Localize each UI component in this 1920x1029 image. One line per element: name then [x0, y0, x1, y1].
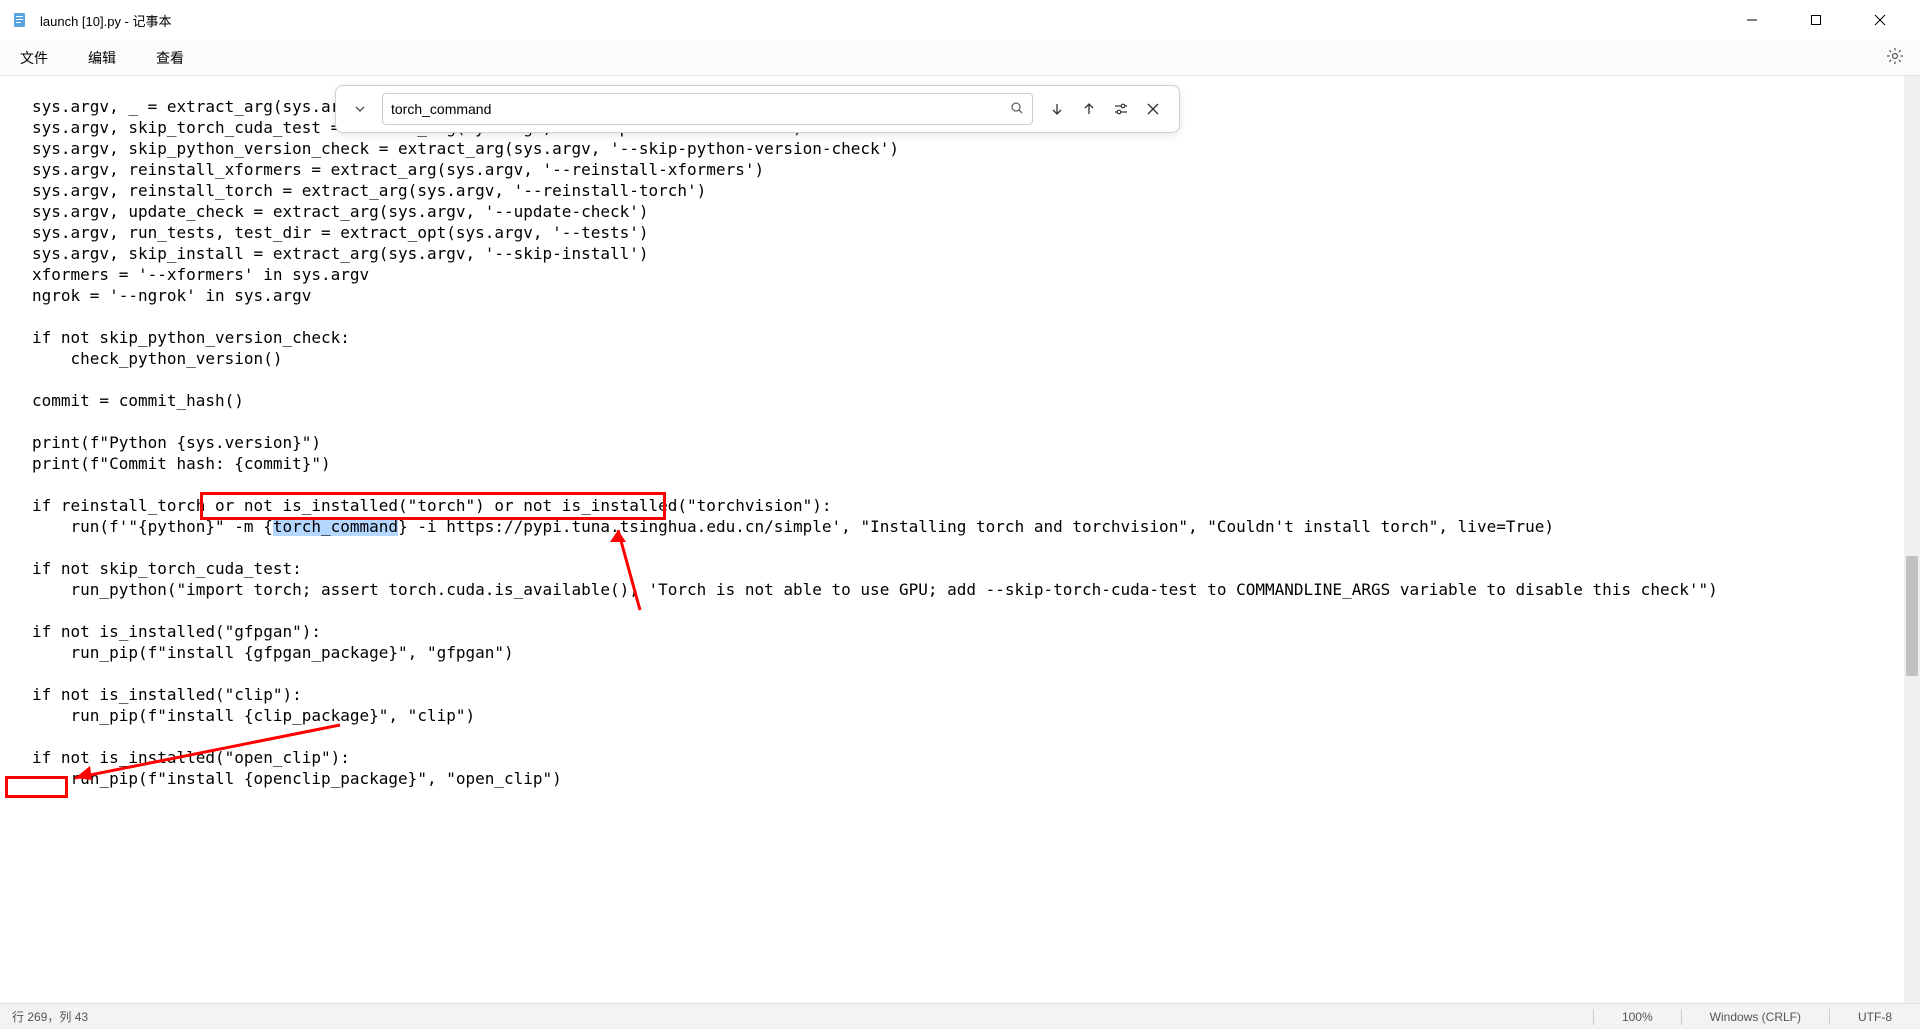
search-highlight: torch_command — [273, 517, 398, 536]
titlebar: launch [10].py - 记事本 — [0, 0, 1920, 40]
close-button[interactable] — [1860, 5, 1900, 35]
find-bar — [335, 85, 1180, 133]
code-line: if not is_installed("clip"): — [32, 685, 302, 704]
menubar: 文件 编辑 查看 — [0, 40, 1920, 76]
code-line: sys.argv, reinstall_xformers = extract_a… — [32, 160, 764, 179]
editor-content[interactable]: sys.argv, _ = extract_arg(sys.argv, '-f'… — [0, 76, 1920, 1003]
code-line: sys.argv, skip_install = extract_arg(sys… — [32, 244, 649, 263]
code-line: xformers = '--xformers' in sys.argv — [32, 265, 369, 284]
code-line: if not is_installed("gfpgan"): — [32, 622, 321, 641]
status-lineending: Windows (CRLF) — [1694, 1010, 1817, 1024]
find-chevron-down-icon[interactable] — [346, 95, 374, 123]
code-line: if not skip_torch_cuda_test: — [32, 559, 302, 578]
menu-file[interactable]: 文件 — [12, 44, 56, 72]
code-line: run_pip(f"install {clip_package}", "clip… — [32, 706, 475, 725]
code-line: sys.argv, update_check = extract_arg(sys… — [32, 202, 649, 221]
scrollbar-vertical[interactable] — [1904, 76, 1920, 1003]
code-line: sys.argv, run_tests, test_dir = extract_… — [32, 223, 649, 242]
code-line: run_pip(f"install {openclip_package}", "… — [32, 769, 562, 788]
code-line: sys.argv, reinstall_torch = extract_arg(… — [32, 181, 706, 200]
code-line: if not skip_python_version_check: — [32, 328, 350, 347]
window-controls — [1732, 5, 1900, 35]
code-line: print(f"Commit hash: {commit}") — [32, 454, 331, 473]
find-input-wrap — [382, 93, 1033, 125]
code-line: sys.argv, skip_python_version_check = ex… — [32, 139, 899, 158]
minimize-button[interactable] — [1732, 5, 1772, 35]
code-line: check_python_version() — [32, 349, 282, 368]
app-icon — [12, 12, 28, 28]
code-line: commit = commit_hash() — [32, 391, 244, 410]
search-icon[interactable] — [1010, 101, 1024, 118]
status-encoding: UTF-8 — [1842, 1010, 1908, 1024]
statusbar: 行 269，列 43 100% Windows (CRLF) UTF-8 — [0, 1003, 1920, 1029]
code-line: run_pip(f"install {gfpgan_package}", "gf… — [32, 643, 514, 662]
find-input[interactable] — [391, 101, 1010, 117]
code-line: run_python("import torch; assert torch.c… — [32, 580, 1718, 599]
code-line: run(f'"{python}" -m {torch_command} -i h… — [32, 517, 1554, 536]
window-title: launch [10].py - 记事本 — [40, 11, 1732, 30]
settings-button[interactable] — [1882, 43, 1908, 72]
find-next-button[interactable] — [1041, 93, 1073, 125]
find-close-button[interactable] — [1137, 93, 1169, 125]
maximize-button[interactable] — [1796, 5, 1836, 35]
find-prev-button[interactable] — [1073, 93, 1105, 125]
code-line: if not is_installed("open_clip"): — [32, 748, 350, 767]
scrollbar-thumb[interactable] — [1906, 556, 1918, 676]
status-zoom[interactable]: 100% — [1606, 1010, 1669, 1024]
code-line: print(f"Python {sys.version}") — [32, 433, 321, 452]
find-options-button[interactable] — [1105, 93, 1137, 125]
code-line: if reinstall_torch or not is_installed("… — [32, 496, 832, 515]
menu-edit[interactable]: 编辑 — [80, 44, 124, 72]
menu-view[interactable]: 查看 — [148, 44, 192, 72]
status-position: 行 269，列 43 — [12, 1008, 1581, 1025]
code-line: ngrok = '--ngrok' in sys.argv — [32, 286, 311, 305]
